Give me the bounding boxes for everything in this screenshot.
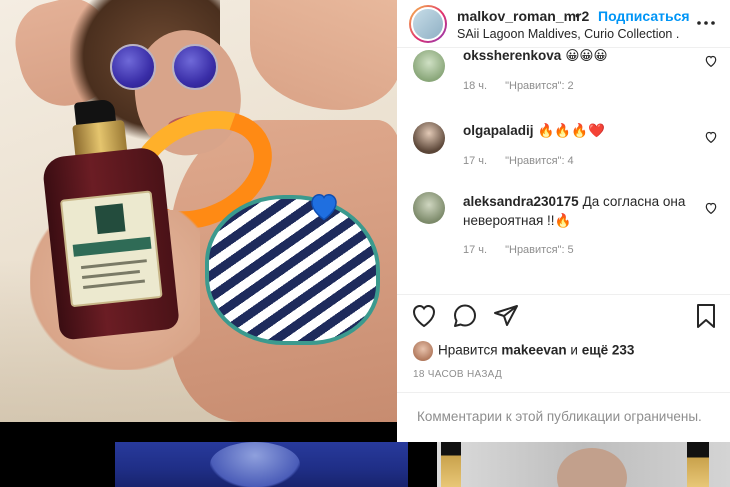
- lens-right: [172, 44, 218, 90]
- comment-likes[interactable]: "Нравится": 5: [505, 244, 574, 256]
- comment-body: 🔥🔥🔥❤️: [537, 123, 605, 138]
- post-photo[interactable]: [0, 0, 397, 422]
- author-avatar[interactable]: [409, 5, 447, 43]
- comment-text: olgapaladij 🔥🔥🔥❤️: [463, 121, 693, 140]
- label-line: [81, 269, 140, 280]
- comment-icon[interactable]: [450, 301, 480, 331]
- thumbnail-figure: [210, 442, 300, 487]
- commenter-avatar[interactable]: [413, 50, 445, 82]
- comment-likes[interactable]: "Нравится": 4: [505, 155, 574, 167]
- post-side-panel: malkov_roman_mr2 • Подписаться SAii Lago…: [397, 0, 730, 442]
- comment-meta: 17 ч. "Нравится": 4: [463, 155, 574, 167]
- comment-meta: 17 ч. "Нравится": 5: [463, 244, 574, 256]
- comment-item: okssherenkova 😀😀😀 18 ч. "Нравится": 2: [397, 48, 730, 102]
- background-thumbnail[interactable]: [437, 442, 730, 487]
- conditioner-bottle: [36, 94, 180, 341]
- thumbnail-bottle: [441, 442, 461, 487]
- comments-limited-notice: Комментарии к этой публикации ограничены…: [397, 392, 730, 442]
- post-actions-bar: [397, 294, 730, 336]
- comment-time[interactable]: 17 ч.: [463, 155, 487, 167]
- comment-text: aleksandra230175 Да согласна она невероят…: [463, 192, 693, 230]
- comment-time[interactable]: 17 ч.: [463, 244, 487, 256]
- liker-username[interactable]: makeevan: [501, 343, 566, 358]
- brand-mark: [94, 203, 126, 235]
- heart-icon[interactable]: [409, 301, 439, 331]
- label-stripe: [72, 236, 152, 257]
- follow-button[interactable]: Подписаться: [598, 8, 690, 24]
- bottle-label: [59, 190, 163, 308]
- arm: [250, 0, 397, 110]
- like-comment-icon[interactable]: [703, 200, 719, 216]
- post-timestamp[interactable]: 18 часов назад: [413, 369, 502, 380]
- like-comment-icon[interactable]: [703, 129, 719, 145]
- header-separator: •: [575, 7, 580, 23]
- comment-username[interactable]: olgapaladij: [463, 123, 534, 138]
- comment-item: aleksandra230175 Да согласна она невероят…: [397, 182, 730, 272]
- post-location[interactable]: SAii Lagoon Maldives, Curio Collection .…: [457, 27, 679, 41]
- more-horizontal-icon[interactable]: [693, 12, 719, 34]
- commenter-avatar[interactable]: [413, 192, 445, 224]
- sunglasses: [110, 44, 220, 94]
- liked-by-row: Нравится makeevan и ещё 233: [413, 341, 634, 361]
- comment-item: olgapaladij 🔥🔥🔥❤️ 17 ч. "Нравится": 4: [397, 112, 730, 176]
- comment-body: 😀😀😀: [565, 48, 608, 63]
- bookmark-icon[interactable]: [691, 301, 721, 331]
- post-header: malkov_roman_mr2 • Подписаться SAii Lago…: [397, 0, 730, 48]
- comment-meta: 18 ч. "Нравится": 2: [463, 80, 574, 92]
- commenter-avatar[interactable]: [413, 122, 445, 154]
- paper-plane-icon[interactable]: [491, 301, 521, 331]
- likes-prefix: Нравится: [438, 342, 498, 358]
- striped-bikini: [205, 195, 380, 345]
- like-comment-icon[interactable]: [703, 53, 719, 69]
- blue-heart-icon: [311, 193, 337, 221]
- liker-avatar[interactable]: [413, 341, 433, 361]
- likes-others-link[interactable]: ещё 233: [582, 343, 635, 358]
- background-thumbnail[interactable]: [115, 442, 408, 487]
- comment-time[interactable]: 18 ч.: [463, 80, 487, 92]
- comments-list[interactable]: okssherenkova 😀😀😀 18 ч. "Нравится": 2 olga…: [397, 48, 730, 294]
- comment-text: okssherenkova 😀😀😀: [463, 48, 693, 65]
- author-username[interactable]: malkov_roman_mr2: [457, 8, 589, 24]
- thumbnail-face: [557, 448, 627, 487]
- label-line: [83, 279, 145, 289]
- lens-left: [110, 44, 156, 90]
- comment-likes[interactable]: "Нравится": 2: [505, 80, 574, 92]
- comment-username[interactable]: aleksandra230175: [463, 194, 579, 209]
- label-line: [80, 259, 147, 270]
- likes-connector: и: [570, 342, 578, 358]
- thumbnail-bottle: [687, 442, 709, 487]
- comment-username[interactable]: okssherenkova: [463, 48, 561, 63]
